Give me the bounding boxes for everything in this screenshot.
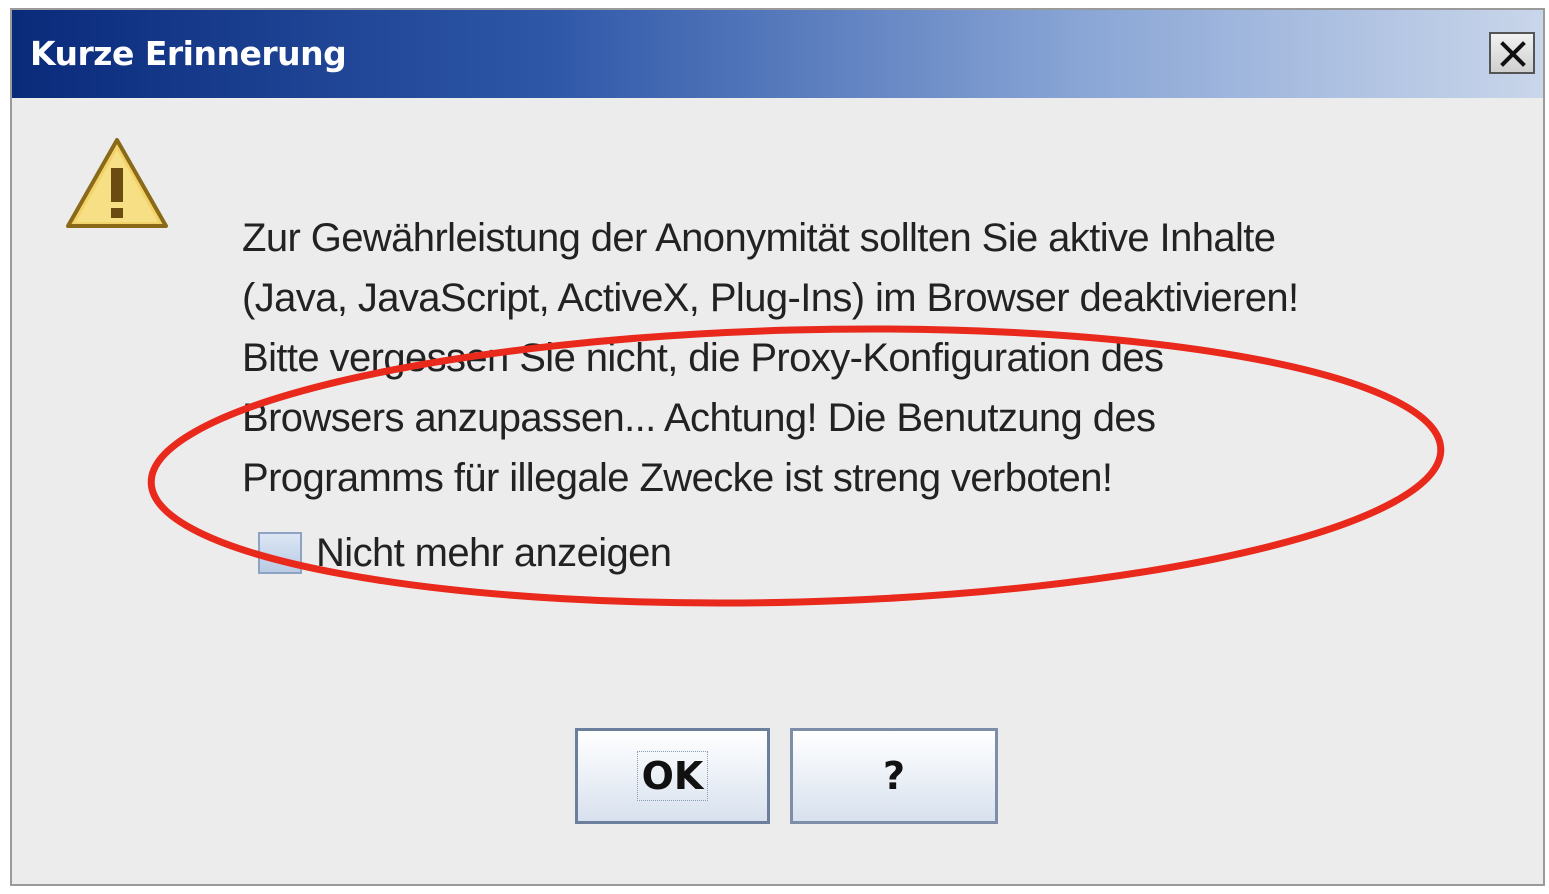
ok-button[interactable]: OK	[575, 728, 770, 824]
dont-show-again-label[interactable]: Nicht mehr anzeigen	[316, 531, 672, 576]
message-text: Zur Gewährleistung der Anonymität sollte…	[242, 208, 1522, 508]
dialog-title: Kurze Erinnerung	[30, 34, 347, 73]
dialog-content: Zur Gewährleistung der Anonymität sollte…	[12, 98, 1543, 884]
message-line: (Java, JavaScript, ActiveX, Plug-Ins) im…	[242, 276, 1299, 320]
help-button-label: ?	[882, 754, 906, 798]
message-line: Zur Gewährleistung der Anonymität sollte…	[242, 216, 1276, 260]
close-button[interactable]	[1489, 32, 1535, 74]
close-icon	[1500, 41, 1526, 67]
title-bar[interactable]: Kurze Erinnerung	[12, 10, 1543, 98]
message-line: Browsers anzupassen... Achtung! Die Benu…	[242, 396, 1156, 440]
ok-button-label: OK	[636, 751, 709, 801]
help-button[interactable]: ?	[790, 728, 998, 824]
reminder-dialog: Kurze Erinnerung Zur Gewährleistung der …	[10, 8, 1545, 886]
dont-show-again-checkbox[interactable]	[258, 532, 302, 574]
message-line: Programms für illegale Zwecke ist streng…	[242, 456, 1113, 500]
dont-show-again-option[interactable]: Nicht mehr anzeigen	[258, 528, 672, 578]
warning-icon	[66, 138, 168, 228]
message-line: Bitte vergessen Sie nicht, die Proxy-Kon…	[242, 336, 1164, 380]
